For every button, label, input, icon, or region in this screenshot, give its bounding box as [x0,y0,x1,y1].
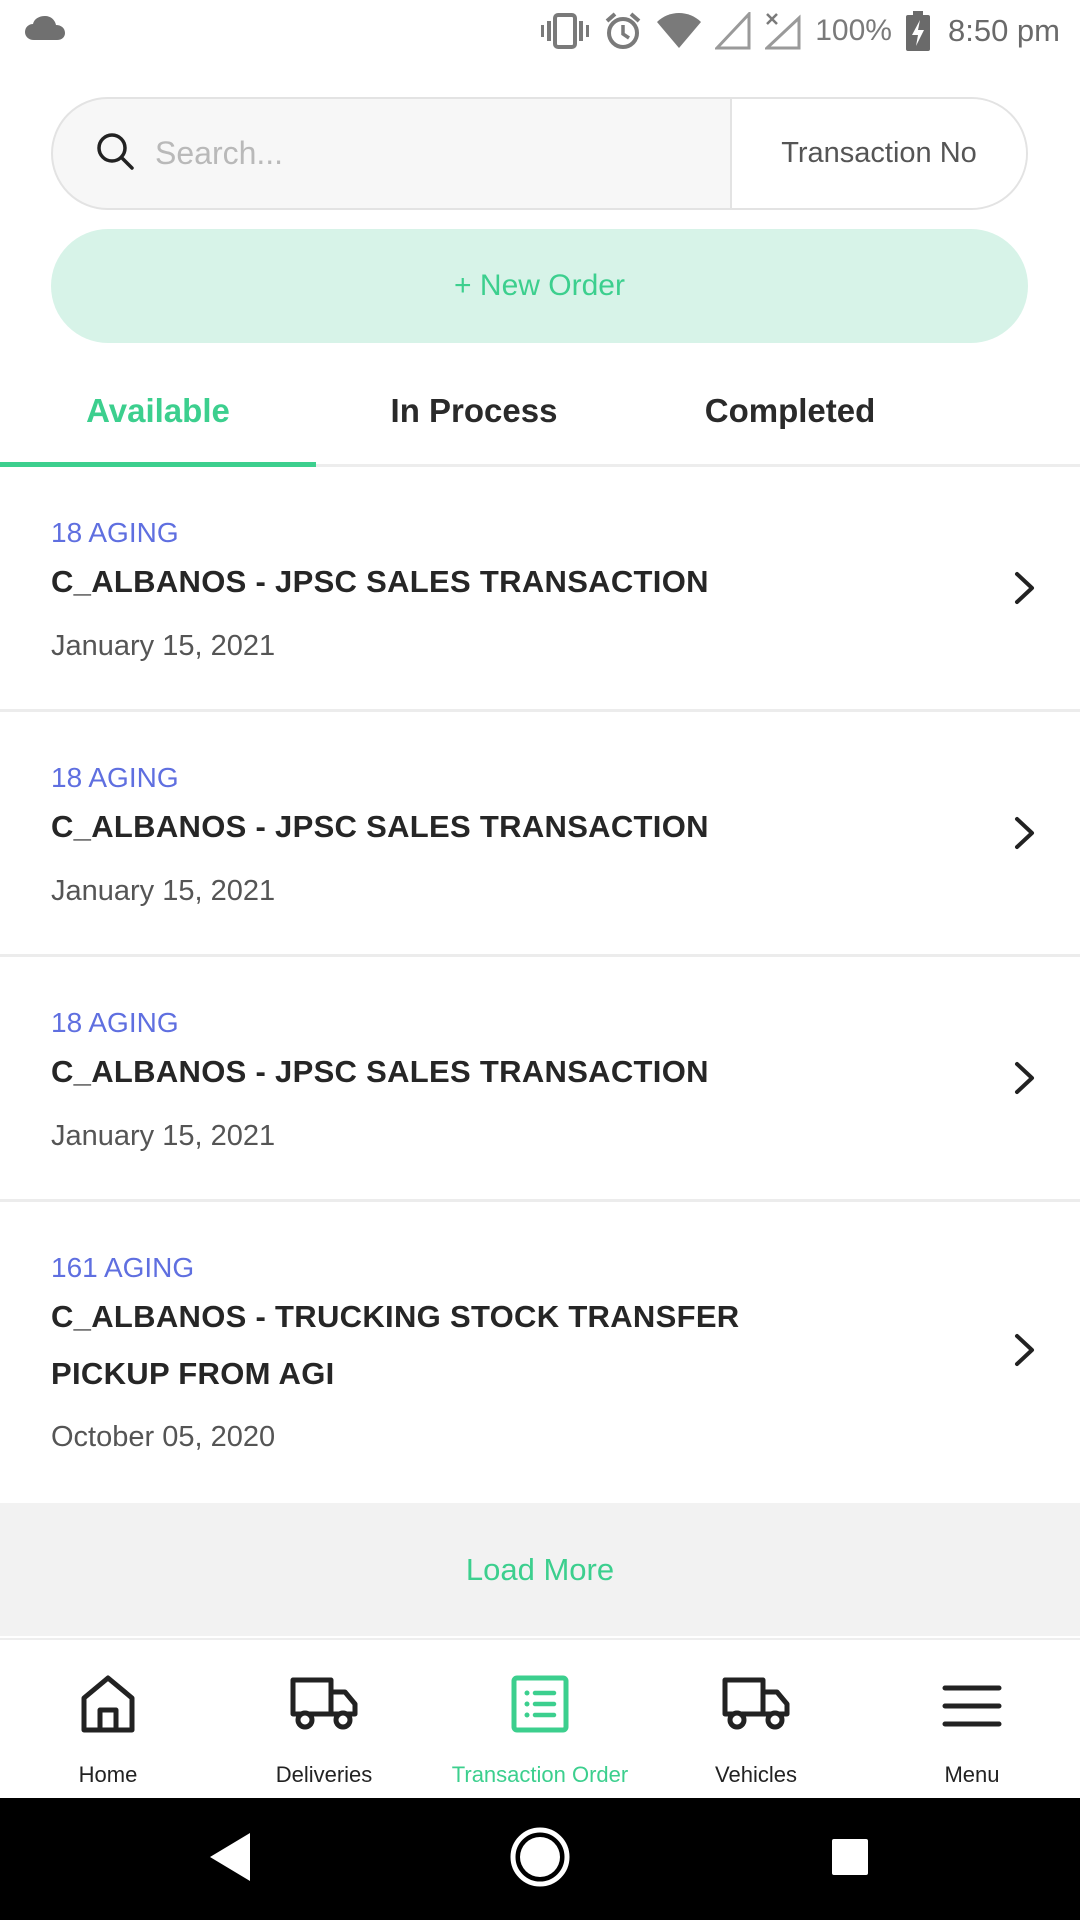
recents-button[interactable] [800,1798,900,1920]
tab-completed[interactable]: Completed [632,355,948,467]
nav-label-deliveries: Deliveries [275,1762,373,1787]
transaction-date: January 15, 2021 [51,630,276,662]
nav-item-transaction-order[interactable]: Transaction Order [432,1640,648,1800]
cloud-icon [24,14,66,47]
aging-label: 18 AGING [51,517,179,548]
nav-label-transaction-order: Transaction Order [451,1762,629,1787]
nav-item-menu[interactable]: Menu [864,1640,1080,1800]
bottom-nav: Home Deliveries Transaction Order Vehicl… [0,1638,1080,1798]
menu-icon [942,1684,1002,1733]
home-circle-icon [508,1825,572,1894]
transaction-item[interactable]: 161 AGING C_ALBANOS - TRUCKING STOCK TRA… [0,1202,1080,1503]
transaction-item[interactable]: 18 AGING C_ALBANOS - JPSC SALES TRANSACT… [0,712,1080,957]
status-icons: 100% 8:50 pm [541,8,1060,54]
new-order-button[interactable]: + New Order [51,229,1028,343]
search-bar: Transaction No [51,97,1028,210]
chevron-right-icon [1014,1333,1036,1372]
nav-item-home[interactable]: Home [0,1640,216,1800]
home-button[interactable] [490,1798,590,1920]
nav-label-menu: Menu [944,1762,1000,1787]
search-icon [95,131,135,176]
nav-item-deliveries[interactable]: Deliveries [216,1640,432,1800]
vibrate-icon [541,11,590,51]
battery-charging-icon [905,11,930,51]
transaction-date: January 15, 2021 [51,1120,276,1152]
recents-icon [830,1837,870,1882]
list-icon [510,1674,570,1739]
signal-icon [715,12,751,50]
clock: 8:50 pm [947,13,1060,48]
alarm-icon [603,11,643,51]
system-nav-bar [0,1798,1080,1920]
nav-item-vehicles[interactable]: Vehicles [648,1640,864,1800]
aging-label: 161 AGING [51,1252,195,1283]
transaction-title: C_ALBANOS - JPSC SALES TRANSACTION [51,564,709,599]
battery-percent: 100% [815,14,892,47]
transaction-item[interactable]: 18 AGING C_ALBANOS - JPSC SALES TRANSACT… [0,467,1080,712]
chevron-right-icon [1014,816,1036,855]
transaction-item[interactable]: 18 AGING C_ALBANOS - JPSC SALES TRANSACT… [0,957,1080,1202]
tab-bar: Available In Process Completed [0,355,1080,467]
aging-label: 18 AGING [51,1007,179,1038]
wifi-icon [657,12,702,50]
aging-label: 18 AGING [51,762,179,793]
truck-icon [289,1674,359,1739]
search-filter-button[interactable]: Transaction No [730,99,1026,208]
chevron-right-icon [1014,1061,1036,1100]
transaction-date: January 15, 2021 [51,875,276,907]
transaction-title: C_ALBANOS - JPSC SALES TRANSACTION [51,1054,709,1089]
status-bar: 100% 8:50 pm [0,0,1080,62]
chevron-right-icon [1014,571,1036,610]
nav-label-vehicles: Vehicles [715,1762,797,1787]
search-input[interactable] [155,135,695,172]
no-signal-icon [765,12,801,50]
back-icon [206,1830,254,1889]
nav-label-home: Home [78,1762,138,1787]
search-field[interactable] [53,99,730,208]
load-more-button[interactable]: Load More [0,1503,1080,1636]
back-button[interactable] [180,1798,280,1920]
tab-available[interactable]: Available [0,355,316,467]
tab-in-process[interactable]: In Process [316,355,632,467]
transaction-title: C_ALBANOS - JPSC SALES TRANSACTION [51,809,709,844]
transaction-title: C_ALBANOS - TRUCKING STOCK TRANSFER PICK… [51,1299,740,1391]
transaction-list: 18 AGING C_ALBANOS - JPSC SALES TRANSACT… [0,467,1080,1503]
home-icon [80,1674,136,1739]
truck-icon [721,1674,791,1739]
transaction-date: October 05, 2020 [51,1421,276,1453]
